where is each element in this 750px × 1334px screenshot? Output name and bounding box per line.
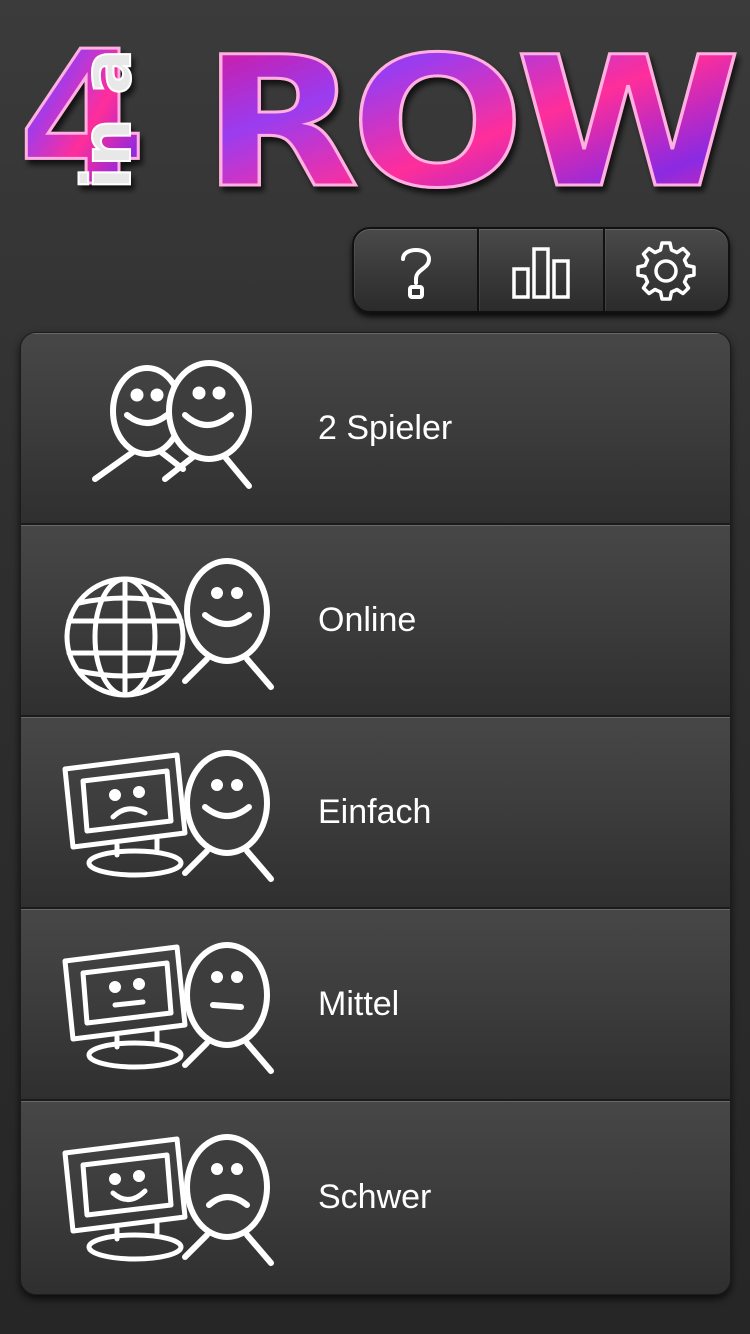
menu-item-schwer[interactable]: Schwer bbox=[21, 1101, 730, 1294]
gear-icon bbox=[636, 241, 697, 301]
computer-medium-icon bbox=[62, 942, 274, 1074]
computer-hard-icon bbox=[62, 1134, 274, 1266]
menu-item-label: Einfach bbox=[318, 792, 432, 831]
globe-player-icon bbox=[64, 558, 274, 698]
menu-item-label: Online bbox=[318, 600, 417, 639]
logo-in-a: in a bbox=[68, 49, 147, 190]
settings-button[interactable] bbox=[605, 229, 728, 311]
help-icon bbox=[400, 248, 431, 299]
stats-icon bbox=[512, 247, 570, 299]
menu-item-einfach[interactable]: Einfach bbox=[21, 717, 730, 909]
toolbar bbox=[352, 227, 730, 313]
computer-easy-icon bbox=[62, 750, 274, 882]
stats-button[interactable] bbox=[479, 229, 605, 311]
menu-item-2-spieler[interactable]: 2 Spieler bbox=[21, 333, 730, 525]
help-button[interactable] bbox=[354, 229, 480, 311]
menu-item-online[interactable]: Online bbox=[21, 525, 730, 717]
menu-item-mittel[interactable]: Mittel bbox=[21, 909, 730, 1101]
menu-item-label: Schwer bbox=[318, 1178, 432, 1216]
two-players-icon bbox=[92, 360, 252, 489]
menu-item-label: 2 Spieler bbox=[318, 408, 453, 447]
menu-item-label: Mittel bbox=[318, 984, 400, 1023]
logo-row: ROW bbox=[202, 19, 735, 228]
app-logo: 4 in a ROW bbox=[17, 10, 745, 230]
game-mode-menu: 2 Spieler Online Einfach Mittel Schwer bbox=[20, 332, 731, 1295]
